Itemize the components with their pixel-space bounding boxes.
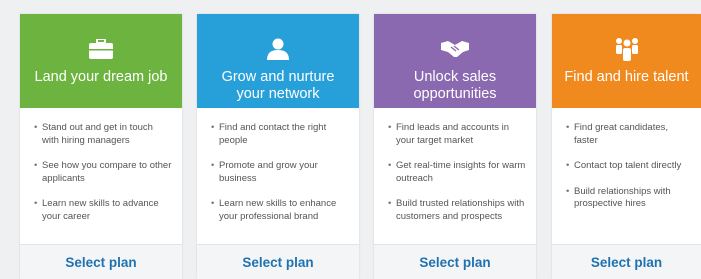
feature-item: Find leads and accounts in your target m…: [388, 122, 526, 147]
feature-item: Promote and grow your business: [211, 160, 349, 185]
plan-card-title: Find and hire talent: [564, 69, 689, 85]
feature-item: Contact top talent directly: [566, 160, 691, 173]
feature-list: Find great candidates, faster Contact to…: [552, 108, 701, 211]
select-plan-button[interactable]: Select plan: [242, 255, 313, 270]
plan-card-header: Grow and nurture your network: [197, 14, 359, 108]
plan-card-networker: Grow and nurture your network Find and c…: [197, 14, 359, 279]
select-plan-button[interactable]: Select plan: [419, 255, 490, 270]
feature-item: Learn new skills to advance your career: [34, 198, 172, 223]
plan-card-footer: Select plan: [552, 244, 701, 279]
feature-item: Build relationships with prospective hir…: [566, 186, 691, 211]
feature-list: Find leads and accounts in your target m…: [374, 108, 536, 223]
handshake-icon: [441, 36, 469, 62]
plan-card-footer: Select plan: [197, 244, 359, 279]
plan-card-title: Grow and nurture your network: [221, 69, 335, 102]
plan-card-title: Land your dream job: [34, 69, 168, 85]
plan-card-sales: Unlock sales opportunities Find leads an…: [374, 14, 536, 279]
select-plan-button[interactable]: Select plan: [65, 255, 136, 270]
feature-item: Stand out and get in touch with hiring m…: [34, 122, 172, 147]
feature-item: Learn new skills to enhance your profess…: [211, 198, 349, 223]
plan-card-footer: Select plan: [374, 244, 536, 279]
plan-card-header: Land your dream job: [20, 14, 182, 108]
plan-card-title: Unlock sales opportunities: [413, 69, 497, 102]
feature-list: Find and contact the right people Promot…: [197, 108, 359, 223]
feature-item: Find and contact the right people: [211, 122, 349, 147]
feature-item: Build trusted relationships with custome…: [388, 198, 526, 223]
plan-card-header: Find and hire talent: [552, 14, 701, 108]
plan-card-footer: Select plan: [20, 244, 182, 279]
team-icon: [614, 36, 640, 62]
feature-list: Stand out and get in touch with hiring m…: [20, 108, 182, 223]
plan-card-job-seeker: Land your dream job Stand out and get in…: [20, 14, 182, 279]
plan-card-header: Unlock sales opportunities: [374, 14, 536, 108]
briefcase-icon: [89, 36, 113, 62]
person-icon: [267, 36, 289, 62]
plan-card-recruiter: Find and hire talent Find great candidat…: [552, 14, 701, 279]
feature-item: Get real-time insights for warm outreach: [388, 160, 526, 185]
feature-item: See how you compare to other applicants: [34, 160, 172, 185]
select-plan-button[interactable]: Select plan: [591, 255, 662, 270]
feature-item: Find great candidates, faster: [566, 122, 691, 147]
